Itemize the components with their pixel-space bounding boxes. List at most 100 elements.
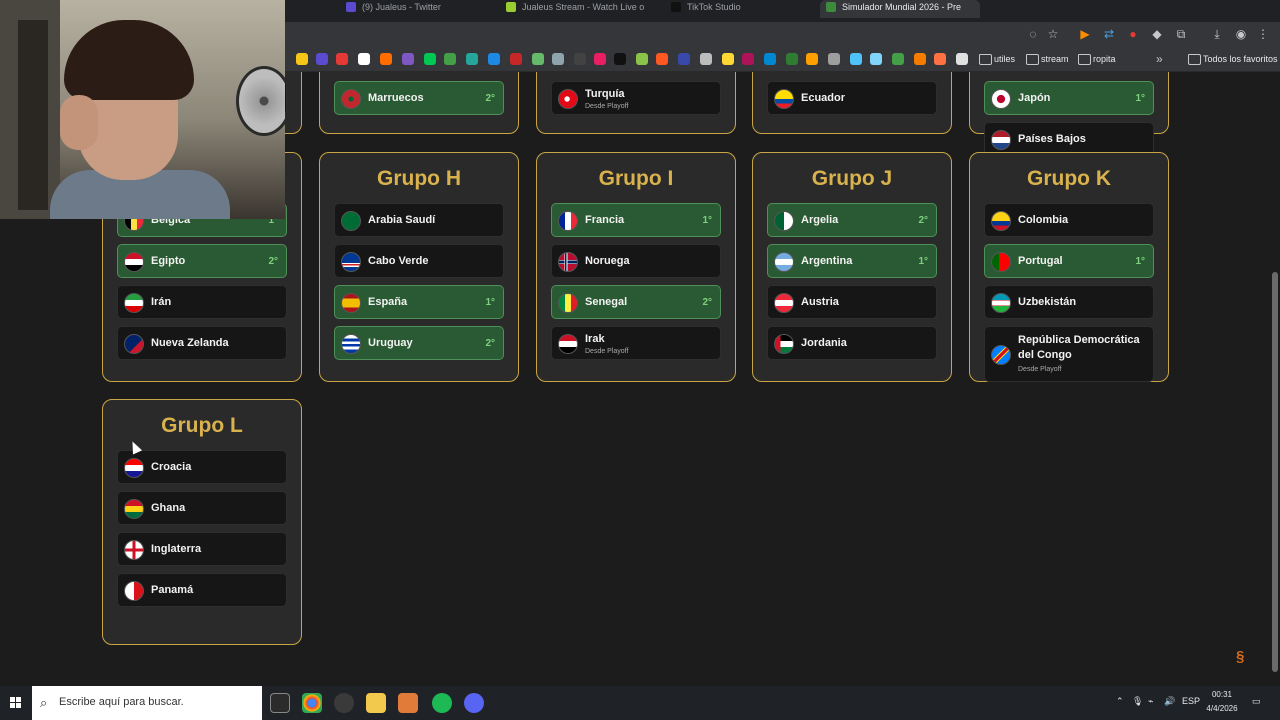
bookmark-icon[interactable] <box>380 53 392 65</box>
team-row[interactable]: Arabia Saudí <box>334 203 504 237</box>
team-row[interactable]: Nueva Zelanda <box>117 326 287 360</box>
team-name: Panamá <box>151 584 194 596</box>
eye-slash-icon[interactable]: ◌ <box>1026 27 1040 41</box>
obs-app-icon[interactable] <box>334 693 354 713</box>
bookmark-icon[interactable] <box>742 53 754 65</box>
team-row[interactable]: Noruega <box>551 244 721 278</box>
bookmark-icon[interactable] <box>532 53 544 65</box>
extension-translate-icon[interactable]: ⇄ <box>1102 27 1116 41</box>
team-row[interactable]: Jordania <box>767 326 937 360</box>
team-row[interactable]: Marruecos 2° <box>334 81 504 115</box>
bookmark-icon[interactable] <box>336 53 348 65</box>
team-row[interactable]: Panamá <box>117 573 287 607</box>
bookmark-folder-utiles[interactable]: utiles <box>979 52 1015 66</box>
bookmark-folder-ropita[interactable]: ropita <box>1078 52 1116 66</box>
bookmark-icon[interactable] <box>636 53 648 65</box>
extensions-puzzle-icon[interactable]: ⧉ <box>1174 27 1188 41</box>
browser-tab[interactable]: (9) Jualeus - Twitter <box>340 0 490 18</box>
bookmark-icon[interactable] <box>850 53 862 65</box>
bookmark-icon[interactable] <box>424 53 436 65</box>
browser-tab[interactable]: Jualeus Stream - Watch Live o <box>500 0 660 18</box>
team-row[interactable]: Países Bajos <box>984 122 1154 156</box>
browser-tab[interactable]: TikTok Studio <box>665 0 815 18</box>
discord-app-icon[interactable] <box>464 693 484 713</box>
bookmark-icon[interactable] <box>764 53 776 65</box>
team-row[interactable]: Turquía Desde Playoff <box>551 81 721 115</box>
bookmark-icon[interactable] <box>614 53 626 65</box>
team-row[interactable]: Uzbekistán <box>984 285 1154 319</box>
bookmark-icon[interactable] <box>722 53 734 65</box>
taskbar-clock[interactable]: 00:31 4/4/2026 <box>1198 688 1246 716</box>
scrollbar-thumb[interactable] <box>1272 272 1278 672</box>
menu-kebab-icon[interactable]: ⋮ <box>1256 27 1270 41</box>
network-icon[interactable]: ⌁ <box>1148 696 1153 707</box>
team-position-badge: 1° <box>1135 93 1145 104</box>
windows-start-icon[interactable] <box>10 697 22 709</box>
bookmark-icon[interactable] <box>806 53 818 65</box>
webcam-door <box>18 20 48 210</box>
bookmark-icon[interactable] <box>914 53 926 65</box>
bookmark-icon[interactable] <box>552 53 564 65</box>
team-row[interactable]: Portugal 1° <box>984 244 1154 278</box>
bookmark-star-icon[interactable]: ☆ <box>1046 27 1060 41</box>
team-row[interactable]: Cabo Verde <box>334 244 504 278</box>
bookmark-icon[interactable] <box>488 53 500 65</box>
app-shield-icon[interactable] <box>398 693 418 713</box>
bookmark-icon[interactable] <box>870 53 882 65</box>
team-row[interactable]: Croacia <box>117 450 287 484</box>
bookmark-icon[interactable] <box>656 53 668 65</box>
page-scrollbar[interactable] <box>1270 72 1280 686</box>
team-row[interactable]: Inglaterra <box>117 532 287 566</box>
team-row[interactable]: Ecuador <box>767 81 937 115</box>
team-row[interactable]: Japón 1° <box>984 81 1154 115</box>
team-row[interactable]: Francia 1° <box>551 203 721 237</box>
bookmark-icon[interactable] <box>296 53 308 65</box>
spotify-app-icon[interactable] <box>432 693 452 713</box>
team-row[interactable]: Senegal 2° <box>551 285 721 319</box>
team-row[interactable]: Uruguay 2° <box>334 326 504 360</box>
extension-play-icon[interactable]: ▶ <box>1078 27 1092 41</box>
tray-chevron-icon[interactable]: ⌃ <box>1116 696 1124 707</box>
bookmark-icon[interactable] <box>316 53 328 65</box>
bookmark-icon[interactable] <box>828 53 840 65</box>
microphone-icon[interactable]: 🎙 <box>1132 696 1143 707</box>
taskbar-search-input[interactable]: ⌕ Escribe aquí para buscar. <box>32 686 262 720</box>
file-explorer-icon[interactable] <box>366 693 386 713</box>
bookmark-icon[interactable] <box>574 53 586 65</box>
bookmark-icon[interactable] <box>786 53 798 65</box>
bookmark-icon[interactable] <box>358 53 370 65</box>
team-row[interactable]: Irak Desde Playoff <box>551 326 721 360</box>
team-row[interactable]: Argentina 1° <box>767 244 937 278</box>
extension-diamond-icon[interactable]: ◆ <box>1150 27 1164 41</box>
group-title: Grupo L <box>161 414 243 437</box>
bookmarks-overflow-icon[interactable]: » <box>1156 52 1163 66</box>
team-row[interactable]: Austria <box>767 285 937 319</box>
download-icon[interactable]: ⤓ <box>1210 27 1224 41</box>
team-row[interactable]: España 1° <box>334 285 504 319</box>
bookmark-icon[interactable] <box>934 53 946 65</box>
bookmark-icon[interactable] <box>444 53 456 65</box>
bookmark-icon[interactable] <box>700 53 712 65</box>
volume-icon[interactable]: 🔊 <box>1164 696 1175 707</box>
bookmark-icon[interactable] <box>678 53 690 65</box>
team-row[interactable]: República Democrática del Congo Desde Pla… <box>984 326 1154 382</box>
bookmark-folder-stream[interactable]: stream <box>1026 52 1069 66</box>
bookmark-icon[interactable] <box>892 53 904 65</box>
notifications-icon[interactable]: ▭ <box>1252 696 1261 707</box>
bookmark-icon[interactable] <box>956 53 968 65</box>
bookmark-icon[interactable] <box>594 53 606 65</box>
bookmark-icon[interactable] <box>402 53 414 65</box>
team-row[interactable]: Ghana <box>117 491 287 525</box>
team-row[interactable]: Irán <box>117 285 287 319</box>
bookmark-folder-all[interactable]: Todos los favoritos <box>1188 52 1278 66</box>
chrome-app-icon[interactable] <box>302 693 322 713</box>
extension-record-icon[interactable]: ● <box>1126 27 1140 41</box>
browser-tab-active[interactable]: Simulador Mundial 2026 - Pre <box>820 0 980 18</box>
team-row[interactable]: Egipto 2° <box>117 244 287 278</box>
team-row[interactable]: Argelia 2° <box>767 203 937 237</box>
bookmark-icon[interactable] <box>510 53 522 65</box>
bookmark-icon[interactable] <box>466 53 478 65</box>
team-row[interactable]: Colombia <box>984 203 1154 237</box>
profile-avatar-icon[interactable]: ◉ <box>1234 27 1248 41</box>
task-view-icon[interactable] <box>270 693 290 713</box>
